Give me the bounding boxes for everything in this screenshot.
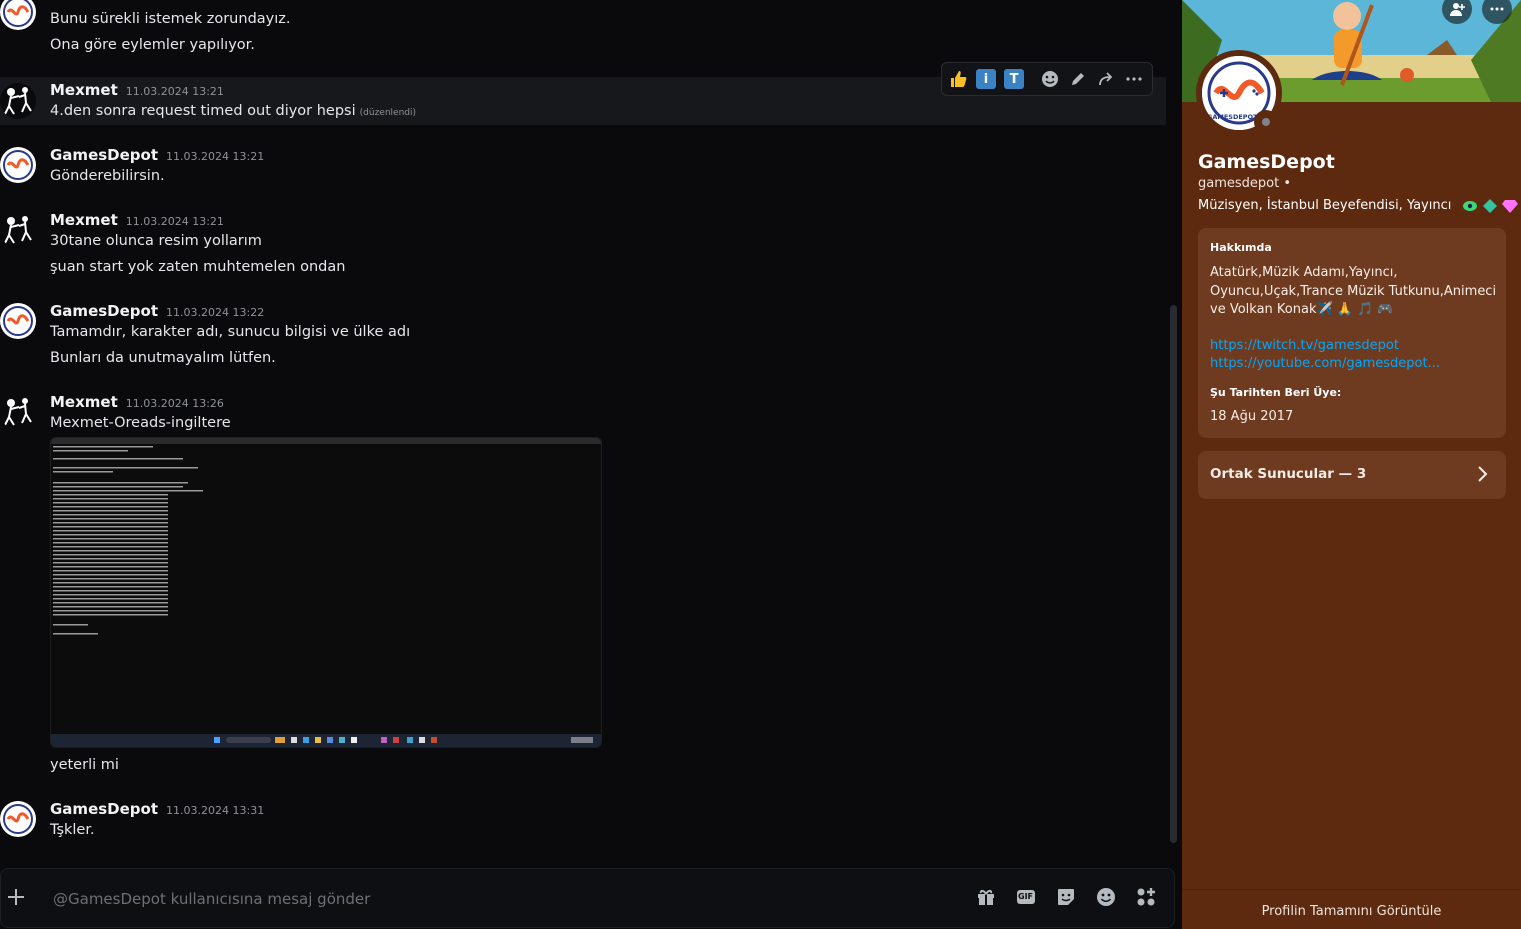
badges: [1462, 198, 1518, 213]
emoji-button[interactable]: [1096, 887, 1118, 909]
mutual-servers-label: Ortak Sunucular — 3: [1210, 466, 1367, 482]
more-options-button[interactable]: [1124, 69, 1144, 89]
chevron-right-icon: [1478, 466, 1488, 482]
thumbs-up-reaction-button[interactable]: [948, 69, 968, 89]
message-text: Gönderebilirsin.: [50, 168, 165, 184]
smiley-icon: [1042, 71, 1058, 87]
sticker-icon: [1058, 889, 1074, 905]
sticker-button[interactable]: [1056, 887, 1078, 909]
avatar[interactable]: [0, 394, 36, 430]
avatar[interactable]: [0, 0, 36, 30]
message-text: Bunu sürekli istemek zorundayız.: [50, 11, 291, 27]
message-text: Bunları da unutmayalım lütfen.: [50, 350, 276, 366]
plus-icon: [8, 889, 24, 905]
about-card: Hakkımda Atatürk,Müzik Adamı,Yayıncı, Oy…: [1198, 228, 1506, 438]
timestamp: 11.03.2024 13:22: [166, 306, 265, 319]
status-indicator: [1254, 110, 1278, 134]
avatar-logo-text: GAMESDEPOT: [1207, 113, 1258, 121]
about-text: Atatürk,Müzik Adamı,Yayıncı, Oyuncu,Uçak…: [1210, 265, 1497, 317]
message-author[interactable]: Mexmet 11.03.2024 13:26: [50, 393, 224, 411]
thumbs-up-icon: [951, 71, 967, 87]
eye-badge-icon[interactable]: [1462, 199, 1478, 213]
pencil-icon: [1072, 73, 1084, 85]
gift-button[interactable]: [976, 887, 998, 909]
avatar[interactable]: [0, 801, 36, 837]
message-text: Tşkler.: [50, 822, 95, 838]
avatar[interactable]: [0, 212, 36, 248]
message-author[interactable]: GamesDepot 11.03.2024 13:21: [50, 146, 264, 164]
member-since-date: 18 Ağu 2017: [1210, 409, 1294, 424]
message-text: 30tane olunca resim yollarım: [50, 233, 262, 249]
edit-button[interactable]: [1068, 69, 1088, 89]
message-text: şuan start yok zaten muhtemelen ondan: [50, 259, 346, 275]
about-heading: Hakkımda: [1210, 241, 1272, 254]
translate-reaction-button[interactable]: T: [1004, 69, 1024, 89]
add-friend-icon: [1450, 3, 1465, 16]
more-dots-icon: [1126, 77, 1142, 81]
forward-arrow-icon: [1099, 72, 1113, 86]
gif-button[interactable]: GIF: [1016, 887, 1038, 909]
message-author[interactable]: Mexmet 11.03.2024 13:21: [50, 81, 224, 99]
profile-pronouns-tags: Müzisyen, İstanbul Beyefendisi, Yayıncı: [1198, 198, 1518, 213]
info-reaction-button[interactable]: i: [976, 69, 996, 89]
gif-label: GIF: [1018, 892, 1034, 901]
message-composer: GIF: [0, 868, 1175, 928]
timestamp: 11.03.2024 13:31: [166, 804, 265, 817]
apps-icon: [1137, 888, 1155, 906]
twitch-link[interactable]: https://twitch.tv/gamesdepot: [1210, 338, 1399, 353]
timestamp: 11.03.2024 13:21: [125, 85, 224, 98]
gem-badge-icon[interactable]: [1501, 199, 1518, 213]
timestamp: 11.03.2024 13:21: [125, 215, 224, 228]
user-profile-panel: GAMESDEPOT GamesDepot gamesdepot • Müzis…: [1182, 0, 1521, 929]
message-author[interactable]: GamesDepot 11.03.2024 13:22: [50, 302, 264, 320]
more-dots-icon: [1490, 7, 1504, 11]
chat-scrollbar[interactable]: [1170, 305, 1177, 843]
view-full-profile-button[interactable]: Profilin Tamamını Görüntüle: [1182, 904, 1521, 919]
message-text: Mexmet-Oreads-ingiltere: [50, 415, 231, 431]
message-text: 4.den sonra request timed out diyor heps…: [50, 103, 417, 119]
profile-display-name: GamesDepot: [1198, 151, 1335, 173]
profile-tags-text: Müzisyen, İstanbul Beyefendisi, Yayıncı: [1198, 198, 1452, 213]
chat-area: Bunu sürekli istemek zorundayız. Ona gör…: [0, 0, 1182, 929]
message-actions-toolbar: i T: [941, 62, 1153, 96]
diamond-badge-icon[interactable]: [1482, 198, 1498, 213]
smiley-icon: [1097, 888, 1115, 906]
message-text: yeterli mi: [50, 757, 119, 773]
add-reaction-button[interactable]: [1040, 69, 1060, 89]
avatar[interactable]: [0, 147, 36, 183]
avatar[interactable]: [0, 303, 36, 339]
youtube-link[interactable]: https://youtube.com/gamesdepot...: [1210, 356, 1440, 371]
timestamp: 11.03.2024 13:26: [125, 397, 224, 410]
timestamp: 11.03.2024 13:21: [166, 150, 265, 163]
apps-button[interactable]: [1136, 887, 1158, 909]
profile-username[interactable]: gamesdepot •: [1198, 176, 1291, 191]
message-author[interactable]: GamesDepot 11.03.2024 13:31: [50, 800, 264, 818]
attach-button[interactable]: [5, 883, 27, 911]
member-since-heading: Şu Tarihten Beri Üye:: [1210, 386, 1342, 399]
message-text: Tamamdır, karakter adı, sunucu bilgisi v…: [50, 324, 411, 340]
message-input[interactable]: [51, 887, 755, 911]
message-author[interactable]: Mexmet 11.03.2024 13:21: [50, 211, 224, 229]
message-text: Ona göre eylemler yapılıyor.: [50, 37, 255, 53]
edited-label: (düzenlendi): [359, 108, 417, 118]
avatar[interactable]: [0, 83, 36, 119]
gift-icon: [978, 889, 994, 905]
attached-screenshot-image[interactable]: [50, 437, 602, 748]
divider: [1182, 889, 1521, 890]
forward-button[interactable]: [1096, 69, 1116, 89]
mutual-servers-button[interactable]: Ortak Sunucular — 3: [1198, 451, 1506, 499]
